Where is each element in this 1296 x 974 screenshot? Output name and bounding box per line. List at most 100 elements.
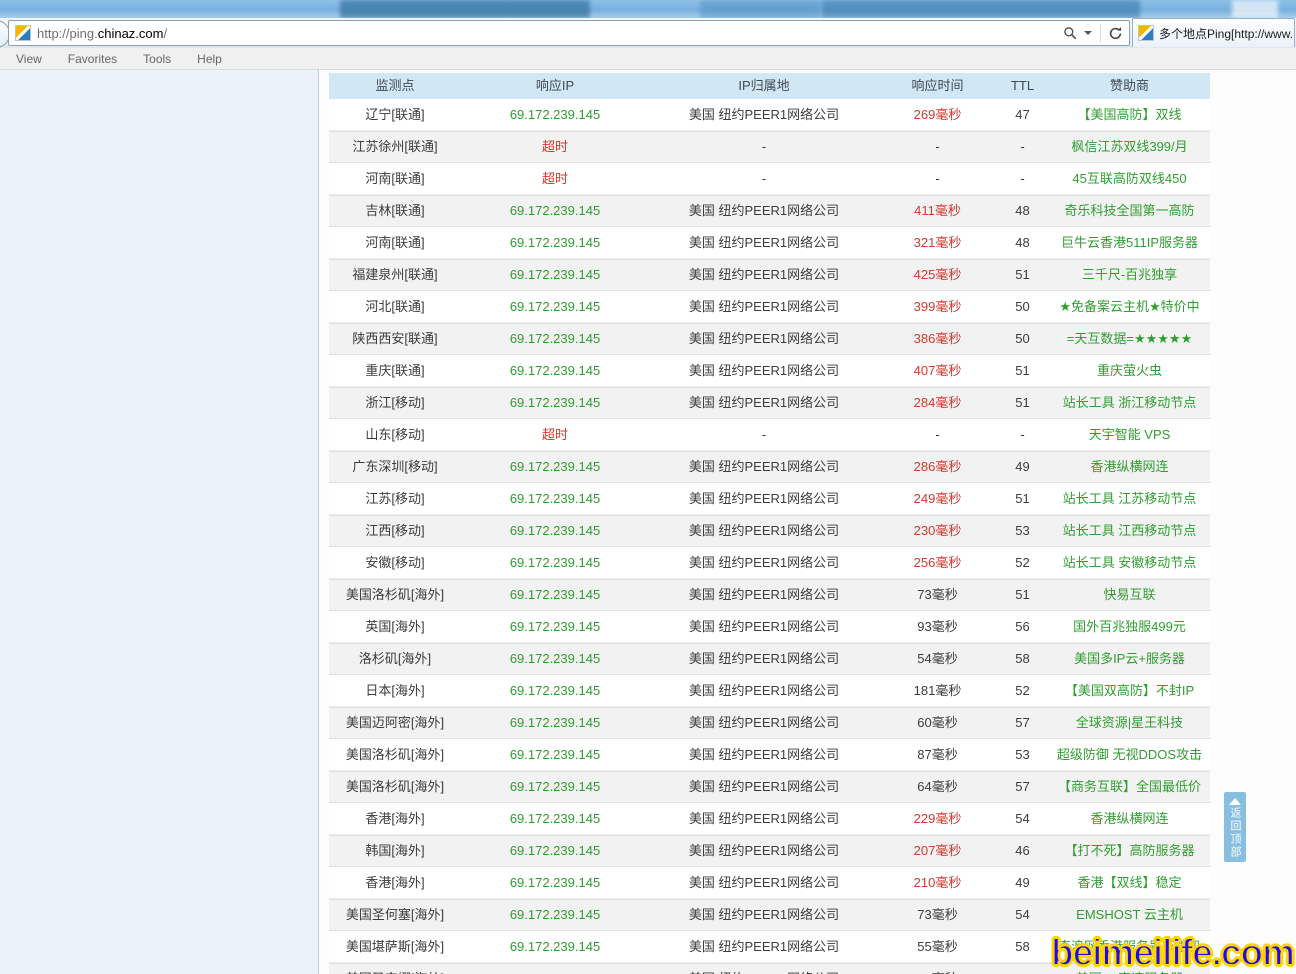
monitor-location: 韩国[海外] bbox=[329, 836, 461, 866]
sponsor-link[interactable]: EMSHOST 云主机 bbox=[1049, 900, 1210, 930]
response-ip: 69.172.239.145 bbox=[461, 99, 649, 130]
sponsor-link[interactable]: 【打不死】高防服务器 bbox=[1049, 836, 1210, 866]
ip-location: 美国 纽约PEER1网络公司 bbox=[649, 196, 879, 226]
ttl-value: 53 bbox=[996, 739, 1049, 770]
sponsor-link[interactable]: 巨牛云香港511IP服务器 bbox=[1049, 227, 1210, 258]
menu-view[interactable]: View bbox=[16, 52, 42, 66]
sponsor-link[interactable]: 国外百兆独服499元 bbox=[1049, 611, 1210, 642]
ttl-value: 53 bbox=[996, 516, 1049, 546]
background-window-blur bbox=[1232, 0, 1278, 18]
ttl-value: 54 bbox=[996, 900, 1049, 930]
ip-location: 美国 纽约PEER1网络公司 bbox=[649, 227, 879, 258]
ip-location: 美国 纽约PEER1网络公司 bbox=[649, 99, 879, 130]
tab-title: 多个地点Ping[http://www. bbox=[1159, 25, 1293, 42]
response-ip: 69.172.239.145 bbox=[461, 708, 649, 738]
back-to-top-button[interactable]: 返回顶部 bbox=[1224, 792, 1246, 862]
browser-tab[interactable]: 多个地点Ping[http://www. bbox=[1132, 18, 1295, 47]
response-time: 411毫秒 bbox=[879, 196, 996, 226]
monitor-location: 美国圣安娜[海外] bbox=[329, 964, 461, 974]
monitor-location: 江苏[移动] bbox=[329, 483, 461, 514]
ttl-value: 50 bbox=[996, 291, 1049, 322]
sponsor-link[interactable]: 天宇智能 VPS bbox=[1049, 419, 1210, 450]
menu-favorites[interactable]: Favorites bbox=[68, 52, 117, 66]
header-sponsor: 赞助商 bbox=[1049, 73, 1210, 99]
table-row: 香港[海外] 69.172.239.145 美国 纽约PEER1网络公司 210… bbox=[329, 867, 1210, 899]
sponsor-link[interactable]: 重庆萤火虫 bbox=[1049, 355, 1210, 386]
menu-tools[interactable]: Tools bbox=[143, 52, 171, 66]
response-time: 284毫秒 bbox=[879, 388, 996, 418]
ttl-value: 48 bbox=[996, 227, 1049, 258]
ttl-value: 58 bbox=[996, 931, 1049, 962]
background-window-blur bbox=[822, 0, 1140, 18]
sponsor-link[interactable]: 【美国高防】双线 bbox=[1049, 99, 1210, 130]
url-text[interactable]: http://ping.chinaz.com/ bbox=[37, 26, 1060, 41]
ip-location: - bbox=[649, 163, 879, 194]
response-time: 230毫秒 bbox=[879, 516, 996, 546]
ping-table-body: 辽宁[联通] 69.172.239.145 美国 纽约PEER1网络公司 269… bbox=[329, 99, 1210, 974]
response-time: 256毫秒 bbox=[879, 547, 996, 578]
search-dropdown-icon[interactable] bbox=[1084, 31, 1092, 35]
table-row: 江西[移动] 69.172.239.145 美国 纽约PEER1网络公司 230… bbox=[329, 515, 1210, 547]
sponsor-link[interactable]: 香港【双线】稳定 bbox=[1049, 867, 1210, 898]
response-ip: 69.172.239.145 bbox=[461, 196, 649, 226]
table-row: 香港[海外] 69.172.239.145 美国 纽约PEER1网络公司 229… bbox=[329, 803, 1210, 835]
table-row: 陕西西安[联通] 69.172.239.145 美国 纽约PEER1网络公司 3… bbox=[329, 323, 1210, 355]
sponsor-link[interactable]: ★免备案云主机★特价中 bbox=[1049, 291, 1210, 322]
sponsor-link[interactable]: =天互数据=★★★★★ bbox=[1049, 324, 1210, 354]
response-time: 286毫秒 bbox=[879, 452, 996, 482]
sponsor-link[interactable]: 快易互联 bbox=[1049, 580, 1210, 610]
sponsor-link[interactable]: 【美国双高防】不封IP bbox=[1049, 675, 1210, 706]
sponsor-link[interactable]: 枫信江苏双线399/月 bbox=[1049, 132, 1210, 162]
sponsor-link[interactable]: 奇乐科技全国第一高防 bbox=[1049, 196, 1210, 226]
ttl-value: 54 bbox=[996, 803, 1049, 834]
table-row: 英国[海外] 69.172.239.145 美国 纽约PEER1网络公司 93毫… bbox=[329, 611, 1210, 643]
ttl-value: 51 bbox=[996, 355, 1049, 386]
monitor-location: 美国洛杉矶[海外] bbox=[329, 580, 461, 610]
response-ip: 69.172.239.145 bbox=[461, 836, 649, 866]
ip-location: 美国 纽约PEER1网络公司 bbox=[649, 516, 879, 546]
response-time: 73毫秒 bbox=[879, 580, 996, 610]
menu-help[interactable]: Help bbox=[197, 52, 222, 66]
refresh-icon[interactable] bbox=[1105, 23, 1125, 43]
monitor-location: 美国圣何塞[海外] bbox=[329, 900, 461, 930]
response-ip: 超时 bbox=[461, 163, 649, 194]
sponsor-link[interactable]: 美国多IP云+服务器 bbox=[1049, 644, 1210, 674]
sponsor-link[interactable]: 【商务互联】全国最低价 bbox=[1049, 772, 1210, 802]
response-time: 87毫秒 bbox=[879, 739, 996, 770]
sponsor-link[interactable]: 站长工具 江西移动节点 bbox=[1049, 516, 1210, 546]
sponsor-link[interactable]: 站长工具 浙江移动节点 bbox=[1049, 388, 1210, 418]
sponsor-link[interactable]: 站长工具 江苏移动节点 bbox=[1049, 483, 1210, 514]
response-time: 60毫秒 bbox=[879, 708, 996, 738]
ip-location: 美国 纽约PEER1网络公司 bbox=[649, 388, 879, 418]
address-bar[interactable]: http://ping.chinaz.com/ bbox=[8, 20, 1130, 46]
ip-location: 美国 纽约PEER1网络公司 bbox=[649, 964, 879, 974]
monitor-location: 山东[移动] bbox=[329, 419, 461, 450]
ip-location: 美国 纽约PEER1网络公司 bbox=[649, 900, 879, 930]
sponsor-link[interactable]: 超级防御 无视DDOS攻击 bbox=[1049, 739, 1210, 770]
ttl-value: 51 bbox=[996, 580, 1049, 610]
sponsor-link[interactable]: 全球资源|星王科技 bbox=[1049, 708, 1210, 738]
table-row: 美国洛杉矶[海外] 69.172.239.145 美国 纽约PEER1网络公司 … bbox=[329, 771, 1210, 803]
sponsor-link[interactable]: 香港纵横网连 bbox=[1049, 803, 1210, 834]
table-row: 辽宁[联通] 69.172.239.145 美国 纽约PEER1网络公司 269… bbox=[329, 99, 1210, 131]
response-time: 399毫秒 bbox=[879, 291, 996, 322]
monitor-location: 美国堪萨斯[海外] bbox=[329, 931, 461, 962]
search-icon[interactable] bbox=[1060, 23, 1080, 43]
divider bbox=[1100, 24, 1101, 42]
ttl-value: 52 bbox=[996, 675, 1049, 706]
ip-location: 美国 纽约PEER1网络公司 bbox=[649, 547, 879, 578]
table-row: 安徽[移动] 69.172.239.145 美国 纽约PEER1网络公司 256… bbox=[329, 547, 1210, 579]
response-ip: 69.172.239.145 bbox=[461, 355, 649, 386]
sponsor-link[interactable]: 站长工具 安徽移动节点 bbox=[1049, 547, 1210, 578]
ip-location: 美国 纽约PEER1网络公司 bbox=[649, 931, 879, 962]
sponsor-link[interactable]: 三千尺-百兆独享 bbox=[1049, 260, 1210, 290]
sponsor-link[interactable]: 香港纵横网连 bbox=[1049, 452, 1210, 482]
sponsor-link[interactable]: 45互联高防双线450 bbox=[1049, 163, 1210, 194]
response-ip: 69.172.239.145 bbox=[461, 227, 649, 258]
response-time: 249毫秒 bbox=[879, 483, 996, 514]
monitor-location: 安徽[移动] bbox=[329, 547, 461, 578]
response-ip: 69.172.239.145 bbox=[461, 260, 649, 290]
ip-location: 美国 纽约PEER1网络公司 bbox=[649, 452, 879, 482]
response-time: 64毫秒 bbox=[879, 772, 996, 802]
table-row: 河北[联通] 69.172.239.145 美国 纽约PEER1网络公司 399… bbox=[329, 291, 1210, 323]
